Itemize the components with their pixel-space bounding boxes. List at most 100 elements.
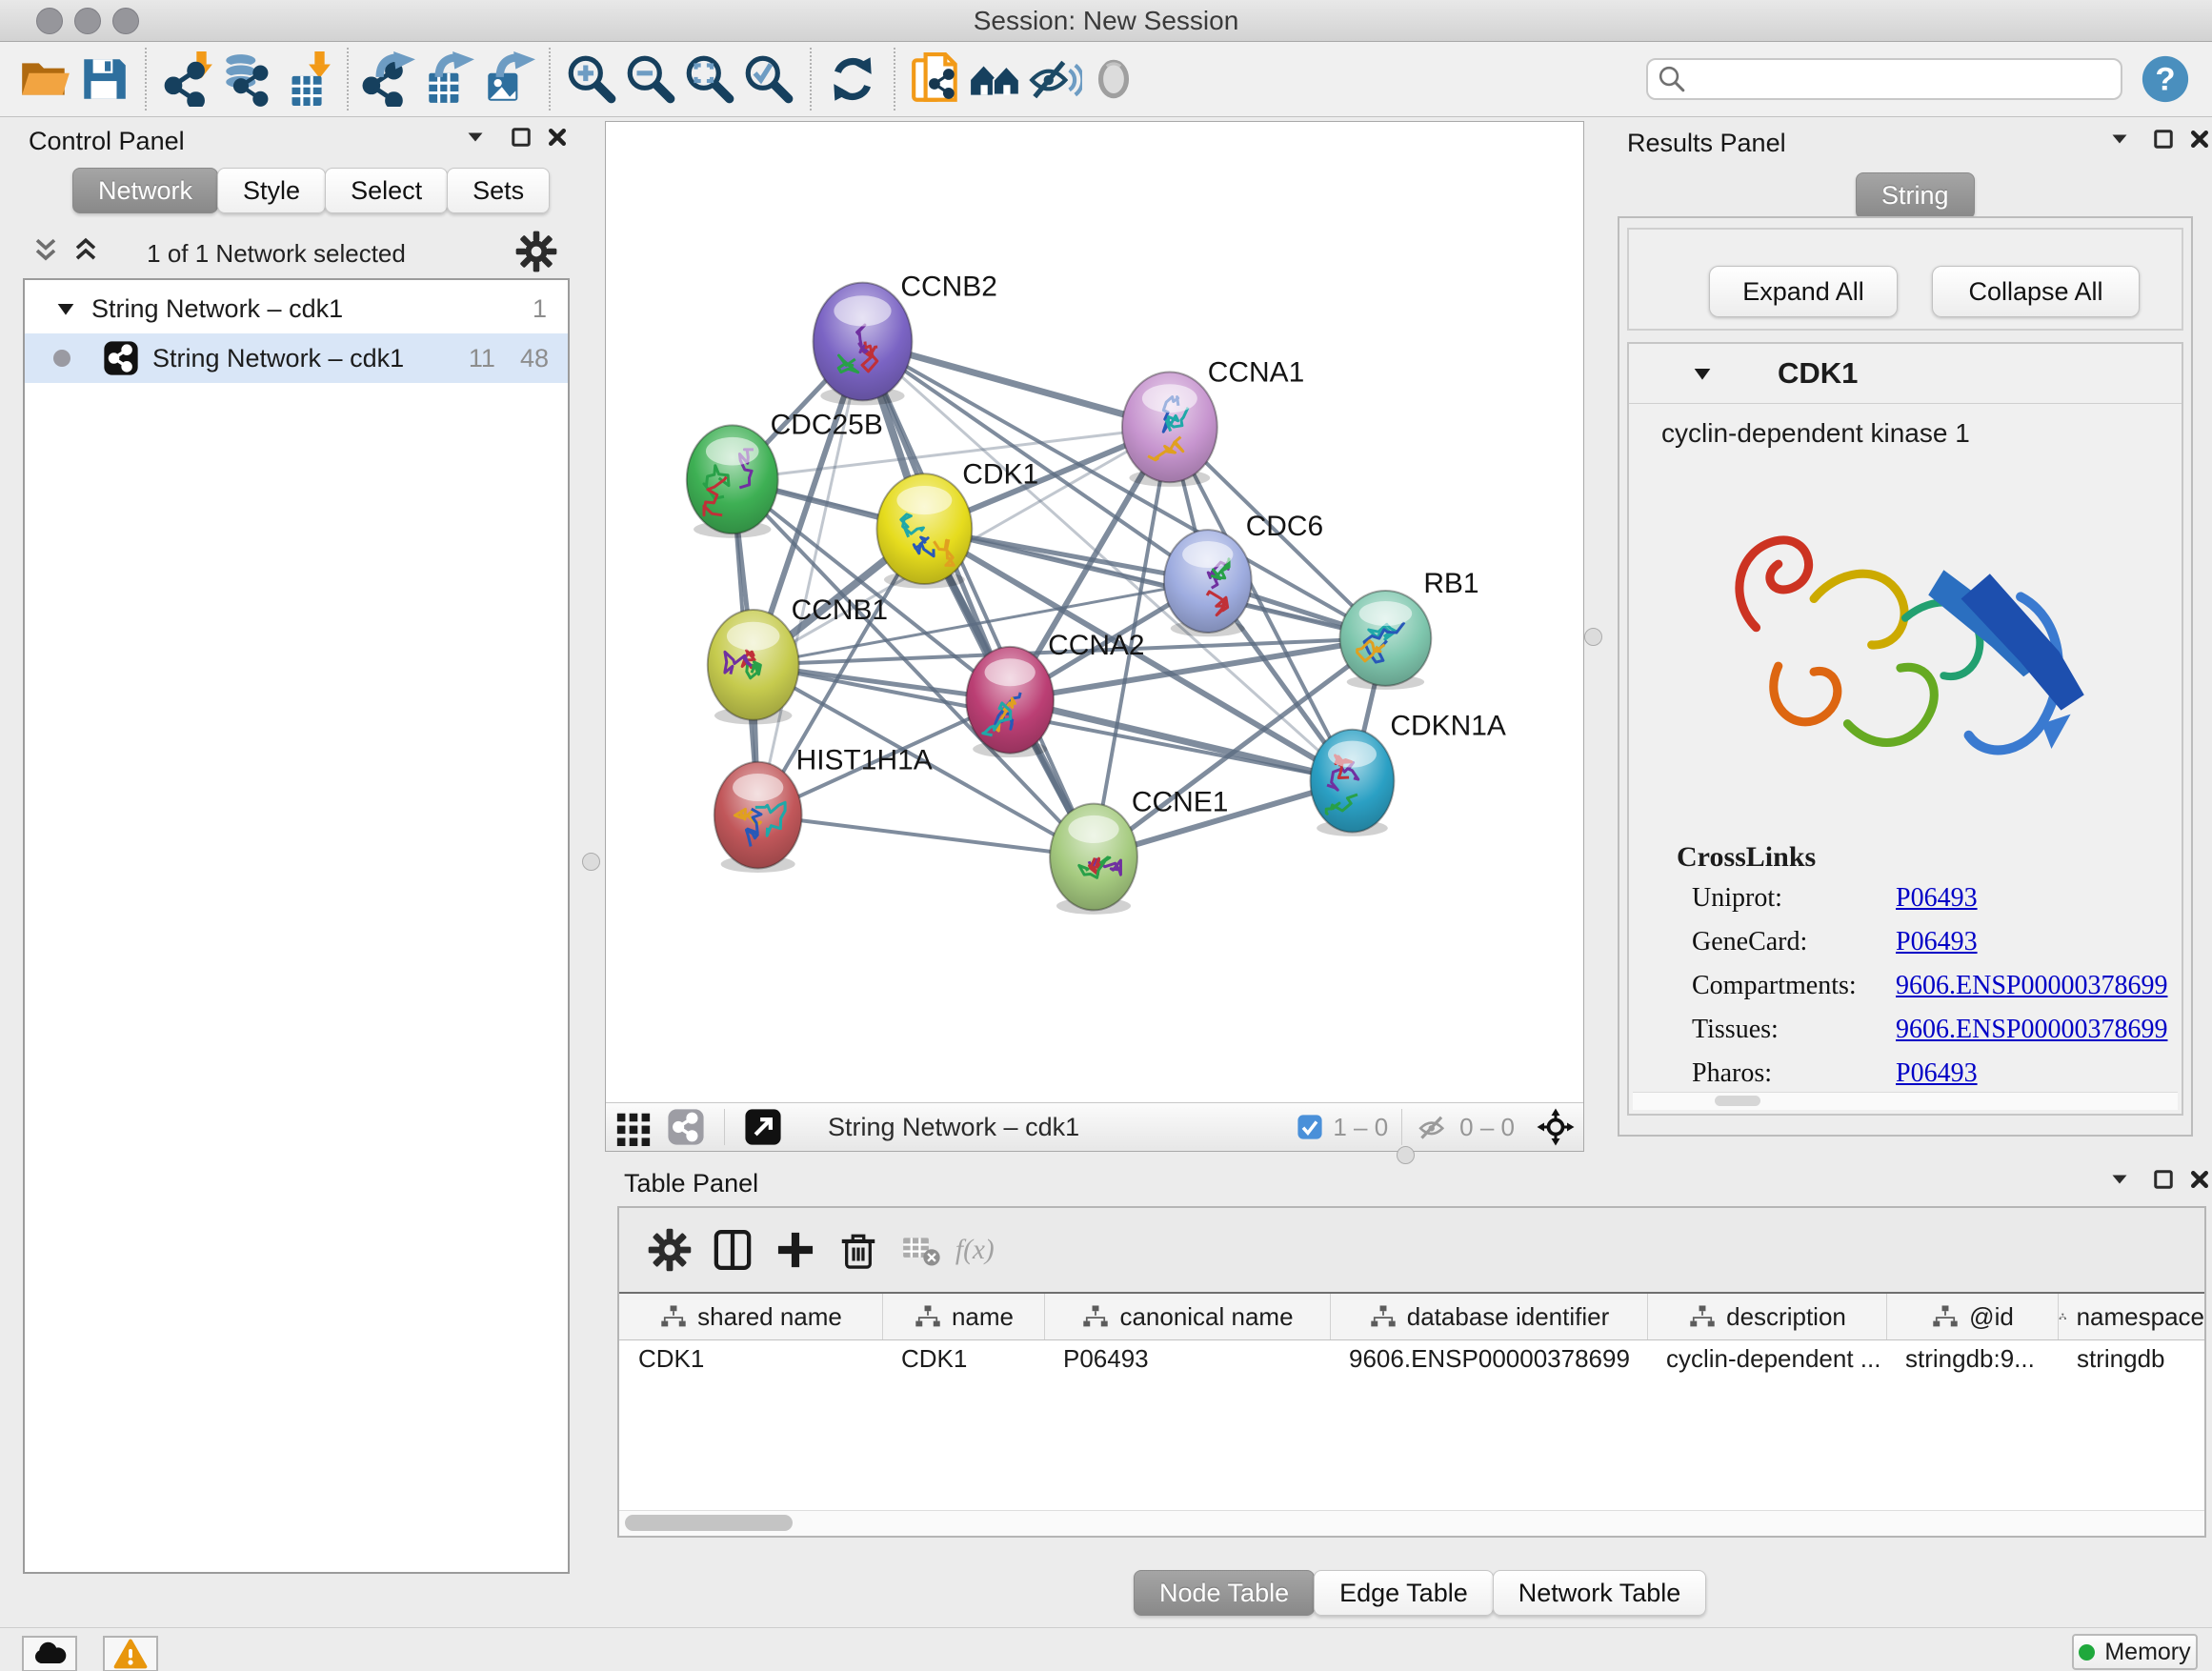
warnings-button[interactable] bbox=[103, 1636, 158, 1671]
open-in-string-button[interactable] bbox=[738, 1098, 788, 1156]
string-visibility-button[interactable] bbox=[1025, 48, 1084, 111]
table-panel-close-button[interactable] bbox=[2183, 1163, 2212, 1196]
network-collection-label: String Network – cdk1 bbox=[91, 294, 343, 324]
open-session-button[interactable] bbox=[15, 48, 74, 111]
edge-CCNB2-CCNE1[interactable] bbox=[862, 342, 1094, 857]
table-panel-menu-button[interactable] bbox=[2103, 1163, 2136, 1196]
warning-icon bbox=[113, 1637, 148, 1671]
fit-selected-button[interactable] bbox=[1528, 1098, 1583, 1156]
table-row[interactable]: CDK1CDK1P064939606.ENSP00000378699cyclin… bbox=[619, 1338, 2204, 1379]
cloud-status-button[interactable] bbox=[22, 1636, 77, 1671]
show-columns-button[interactable] bbox=[701, 1221, 764, 1278]
table-options-button[interactable] bbox=[638, 1221, 701, 1278]
table-cell[interactable]: P06493 bbox=[1044, 1338, 1330, 1379]
collapse-all-networks-button[interactable] bbox=[29, 233, 67, 272]
string-home-button[interactable] bbox=[966, 48, 1025, 111]
birds-eye-view-button[interactable] bbox=[606, 1098, 661, 1156]
tab-string[interactable]: String bbox=[1856, 172, 1975, 219]
node-CCNB1[interactable] bbox=[708, 610, 799, 724]
control-panel-close-button[interactable] bbox=[541, 121, 573, 153]
node-CDKN1A[interactable] bbox=[1311, 730, 1395, 836]
node-HIST1H1A[interactable] bbox=[714, 762, 802, 873]
create-column-button[interactable] bbox=[764, 1221, 827, 1278]
expand-all-networks-button[interactable] bbox=[69, 233, 107, 272]
node-CDC25B[interactable] bbox=[687, 425, 778, 537]
string-eye-button[interactable] bbox=[1084, 48, 1143, 111]
table-panel-float-button[interactable] bbox=[2147, 1163, 2180, 1196]
crosslink-value-link[interactable]: 9606.ENSP00000378699 bbox=[1896, 971, 2167, 1001]
tab-network[interactable]: Network bbox=[72, 168, 218, 213]
table-cell[interactable]: CDK1 bbox=[619, 1338, 882, 1379]
column-header-canonical-name[interactable]: canonical name bbox=[1044, 1294, 1330, 1339]
splitter-handle-right[interactable] bbox=[1584, 628, 1602, 646]
results-panel-float-button[interactable] bbox=[2147, 123, 2180, 155]
network-row-selected[interactable]: String Network – cdk1 11 48 bbox=[25, 333, 568, 383]
import-table-file-button[interactable] bbox=[276, 48, 335, 111]
results-panel-close-button[interactable] bbox=[2183, 123, 2212, 155]
control-panel-menu-button[interactable] bbox=[459, 121, 492, 153]
table-hscrollbar[interactable] bbox=[619, 1510, 2204, 1536]
column-header-namespace[interactable]: namespace bbox=[2058, 1294, 2204, 1339]
collapse-all-button[interactable]: Collapse All bbox=[1932, 266, 2140, 317]
delete-column-button[interactable] bbox=[827, 1221, 890, 1278]
checkbox-checked-icon[interactable] bbox=[1297, 1114, 1323, 1140]
expand-all-button[interactable]: Expand All bbox=[1709, 266, 1898, 317]
export-table-button[interactable] bbox=[419, 48, 478, 111]
tab-select[interactable]: Select bbox=[325, 168, 448, 213]
string-import-button[interactable] bbox=[907, 48, 966, 111]
memory-button[interactable]: Memory bbox=[2072, 1634, 2198, 1670]
network-collection-row[interactable]: String Network – cdk1 1 bbox=[25, 284, 568, 333]
scrollbar-thumb[interactable] bbox=[1715, 1096, 1760, 1106]
export-image-button[interactable] bbox=[478, 48, 537, 111]
tab-network-table[interactable]: Network Table bbox=[1493, 1570, 1707, 1616]
column-header-name[interactable]: name bbox=[882, 1294, 1044, 1339]
column-header-database-identifier[interactable]: database identifier bbox=[1330, 1294, 1647, 1339]
tab-sets[interactable]: Sets bbox=[447, 168, 550, 213]
tab-style[interactable]: Style bbox=[217, 168, 326, 213]
scrollbar-thumb[interactable] bbox=[625, 1515, 793, 1531]
table-cell[interactable]: 9606.ENSP00000378699 bbox=[1330, 1338, 1647, 1379]
search-box[interactable] bbox=[1646, 58, 2122, 100]
results-panel-menu-button[interactable] bbox=[2103, 123, 2136, 155]
zoom-selected-button[interactable] bbox=[739, 48, 798, 111]
network-canvas[interactable]: CCNB2CCNA1CDC25BCDK1CDC6RB1CCNB1CCNA2CDK… bbox=[606, 122, 1583, 1103]
tab-edge-table[interactable]: Edge Table bbox=[1314, 1570, 1494, 1616]
edge-HIST1H1A-CCNE1[interactable] bbox=[758, 815, 1094, 857]
node-CCNE1[interactable] bbox=[1050, 804, 1137, 915]
toolbar-separator bbox=[549, 48, 551, 111]
column-header-description[interactable]: description bbox=[1647, 1294, 1886, 1339]
table-cell[interactable]: cyclin-dependent ... bbox=[1647, 1338, 1886, 1379]
node-CCNB2[interactable] bbox=[814, 283, 913, 406]
table-cell[interactable]: stringdb:9... bbox=[1886, 1338, 2058, 1379]
node-CCNA1[interactable] bbox=[1122, 372, 1217, 486]
crosslink-value-link[interactable]: P06493 bbox=[1896, 883, 1978, 914]
column-header-id[interactable]: @id bbox=[1886, 1294, 2058, 1339]
splitter-handle-bottom[interactable] bbox=[1397, 1146, 1415, 1164]
refresh-view-button[interactable] bbox=[823, 48, 882, 111]
node-RB1[interactable] bbox=[1339, 591, 1431, 690]
zoom-in-button[interactable] bbox=[562, 48, 621, 111]
import-network-database-button[interactable] bbox=[217, 48, 276, 111]
function-builder-disabled: f(x) bbox=[953, 1221, 1016, 1278]
zoom-fit-button[interactable] bbox=[680, 48, 739, 111]
search-input[interactable] bbox=[1688, 64, 2113, 95]
column-header-shared-name[interactable]: shared name bbox=[619, 1294, 882, 1339]
network-options-button[interactable] bbox=[514, 230, 560, 275]
hidden-eye-icon bbox=[1416, 1110, 1450, 1144]
crosslink-value-link[interactable]: P06493 bbox=[1896, 1058, 1978, 1089]
string-badge-gray-button[interactable] bbox=[661, 1098, 711, 1156]
tab-node-table[interactable]: Node Table bbox=[1134, 1570, 1315, 1616]
help-button[interactable]: ? bbox=[2140, 53, 2191, 105]
gene-entry-header[interactable]: CDK1 bbox=[1629, 344, 2182, 404]
crosslink-value-link[interactable]: 9606.ENSP00000378699 bbox=[1896, 1015, 2167, 1045]
export-network-button[interactable] bbox=[360, 48, 419, 111]
results-hscrollbar[interactable] bbox=[1633, 1092, 2178, 1110]
table-cell[interactable]: CDK1 bbox=[882, 1338, 1044, 1379]
control-panel-float-button[interactable] bbox=[505, 121, 537, 153]
save-session-button[interactable] bbox=[74, 48, 133, 111]
table-cell[interactable]: stringdb bbox=[2058, 1338, 2204, 1379]
splitter-handle-left[interactable] bbox=[582, 853, 600, 871]
crosslink-value-link[interactable]: P06493 bbox=[1896, 927, 1978, 957]
import-network-file-button[interactable] bbox=[158, 48, 217, 111]
zoom-out-button[interactable] bbox=[621, 48, 680, 111]
